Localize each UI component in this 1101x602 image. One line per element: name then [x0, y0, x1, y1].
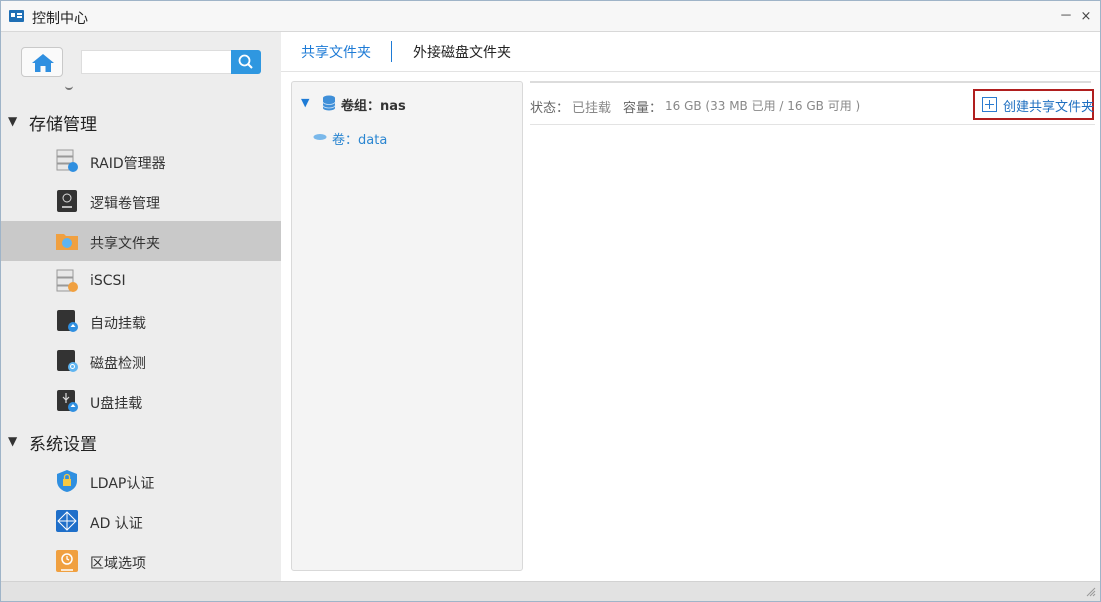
sidebar-item-shared-folder[interactable]: 共享文件夹 — [1, 221, 281, 261]
expand-down-icon: ▼ — [8, 434, 18, 448]
close-button[interactable]: × — [1077, 8, 1095, 26]
tree-volume-data[interactable]: 卷：data — [313, 128, 503, 148]
tab-bar: 共享文件夹 外接磁盘文件夹 — [281, 32, 1100, 72]
status-bar — [1, 581, 1100, 601]
sidebar-item-disk-check[interactable]: 磁盘检测 — [1, 341, 281, 381]
database-icon — [322, 95, 336, 111]
sidebar-item-ad[interactable]: AD 认证 — [1, 501, 281, 541]
sidebar-item-label: 磁盘检测 — [90, 356, 146, 372]
sidebar-item-auto-mount[interactable]: 自动挂载 — [1, 301, 281, 341]
search-button[interactable] — [231, 50, 261, 74]
group-system-settings[interactable]: ▼ 系统设置 — [1, 426, 281, 456]
sidebar-item-label: 逻辑卷管理 — [90, 196, 160, 212]
tree-volume-label: 卷：data — [332, 133, 388, 148]
content-area: 状态： 已挂载 容量： 16 GB (33 MB 已用 / 16 GB 可用 )… — [530, 81, 1095, 571]
scroll-up-indicator — [65, 86, 73, 90]
sidebar-item-region[interactable]: 区域选项 — [1, 541, 281, 581]
control-center-app-icon — [9, 10, 24, 22]
volume-info-bar: 状态： 已挂载 容量： 16 GB (33 MB 已用 / 16 GB 可用 )… — [530, 83, 1095, 125]
sidebar-item-label: U盘挂载 — [90, 396, 143, 412]
minimize-button[interactable]: － — [1057, 8, 1075, 26]
resize-grip-icon[interactable] — [1086, 587, 1096, 597]
disk-check-icon — [57, 350, 78, 372]
volume-tree-panel: ▼ 卷组：nas 卷：data — [291, 81, 523, 571]
auto-mount-icon — [57, 310, 78, 332]
plus-icon — [982, 97, 997, 112]
tab-shared-folders[interactable]: 共享文件夹 — [301, 42, 371, 62]
search-icon — [238, 54, 253, 69]
sidebar-item-label: iSCSI — [90, 273, 126, 289]
sidebar-item-iscsi[interactable]: iSCSI — [1, 261, 281, 301]
raid-server-icon — [56, 149, 78, 172]
tree-group-label: 卷组：nas — [341, 99, 406, 114]
create-shared-folder-button[interactable]: 创建共享文件夹 — [973, 89, 1094, 120]
ad-network-icon — [56, 510, 78, 532]
group-storage-management[interactable]: ▼ 存储管理 — [1, 106, 281, 136]
sidebar-item-lvm[interactable]: 逻辑卷管理 — [1, 181, 281, 221]
search-input[interactable] — [81, 50, 231, 74]
sidebar-item-usb-mount[interactable]: U盘挂载 — [1, 381, 281, 421]
lvm-icon — [57, 190, 77, 212]
iscsi-icon — [56, 269, 78, 292]
sidebar-item-label: 共享文件夹 — [90, 236, 160, 252]
window-title: 控制中心 — [32, 11, 88, 27]
status-value: 已挂载 — [572, 101, 612, 116]
home-icon — [32, 54, 54, 72]
create-shared-folder-label: 创建共享文件夹 — [1003, 100, 1095, 115]
expand-down-icon: ▼ — [8, 114, 18, 128]
tab-divider — [391, 41, 392, 62]
group-label: 系统设置 — [29, 435, 97, 455]
sidebar-item-label: AD 认证 — [90, 516, 143, 532]
tab-external-disk-folders[interactable]: 外接磁盘文件夹 — [413, 42, 511, 62]
sidebar-item-label: 区域选项 — [90, 556, 146, 572]
sidebar-item-ldap[interactable]: LDAP认证 — [1, 461, 281, 501]
capacity-value: 16 GB (33 MB 已用 / 16 GB 可用 ) — [665, 99, 861, 113]
home-button[interactable] — [21, 47, 63, 77]
title-bar: 控制中心 － × — [1, 1, 1100, 32]
ldap-lock-icon — [57, 470, 77, 492]
sidebar: ▼ 存储管理 RAID管理器 逻辑卷管理 共享文件夹 iSCSI 自动挂载 磁盘… — [1, 32, 281, 581]
sidebar-item-raid-manager[interactable]: RAID管理器 — [1, 141, 281, 181]
group-label: 存储管理 — [29, 115, 97, 135]
usb-mount-icon — [57, 390, 78, 412]
control-center-window: 控制中心 － × ▼ 存储管理 RAID管理器 逻辑卷管理 共享文件夹 iSCS… — [0, 0, 1101, 602]
sidebar-item-label: 自动挂载 — [90, 316, 146, 332]
expand-down-icon: ▼ — [301, 96, 310, 109]
sidebar-item-label: RAID管理器 — [90, 156, 166, 172]
volume-disk-icon — [313, 134, 327, 140]
shared-folder-icon — [56, 234, 78, 250]
tree-volume-group-nas[interactable]: ▼ 卷组：nas — [301, 94, 511, 114]
region-clock-icon — [56, 550, 78, 572]
search-box — [81, 50, 261, 74]
status-label: 状态： — [530, 101, 570, 116]
sidebar-item-label: LDAP认证 — [90, 476, 155, 492]
main-panel: 共享文件夹 外接磁盘文件夹 ▼ 卷组：nas 卷：data 状态： 已挂载 容量… — [281, 32, 1100, 581]
capacity-label: 容量： — [623, 101, 663, 116]
